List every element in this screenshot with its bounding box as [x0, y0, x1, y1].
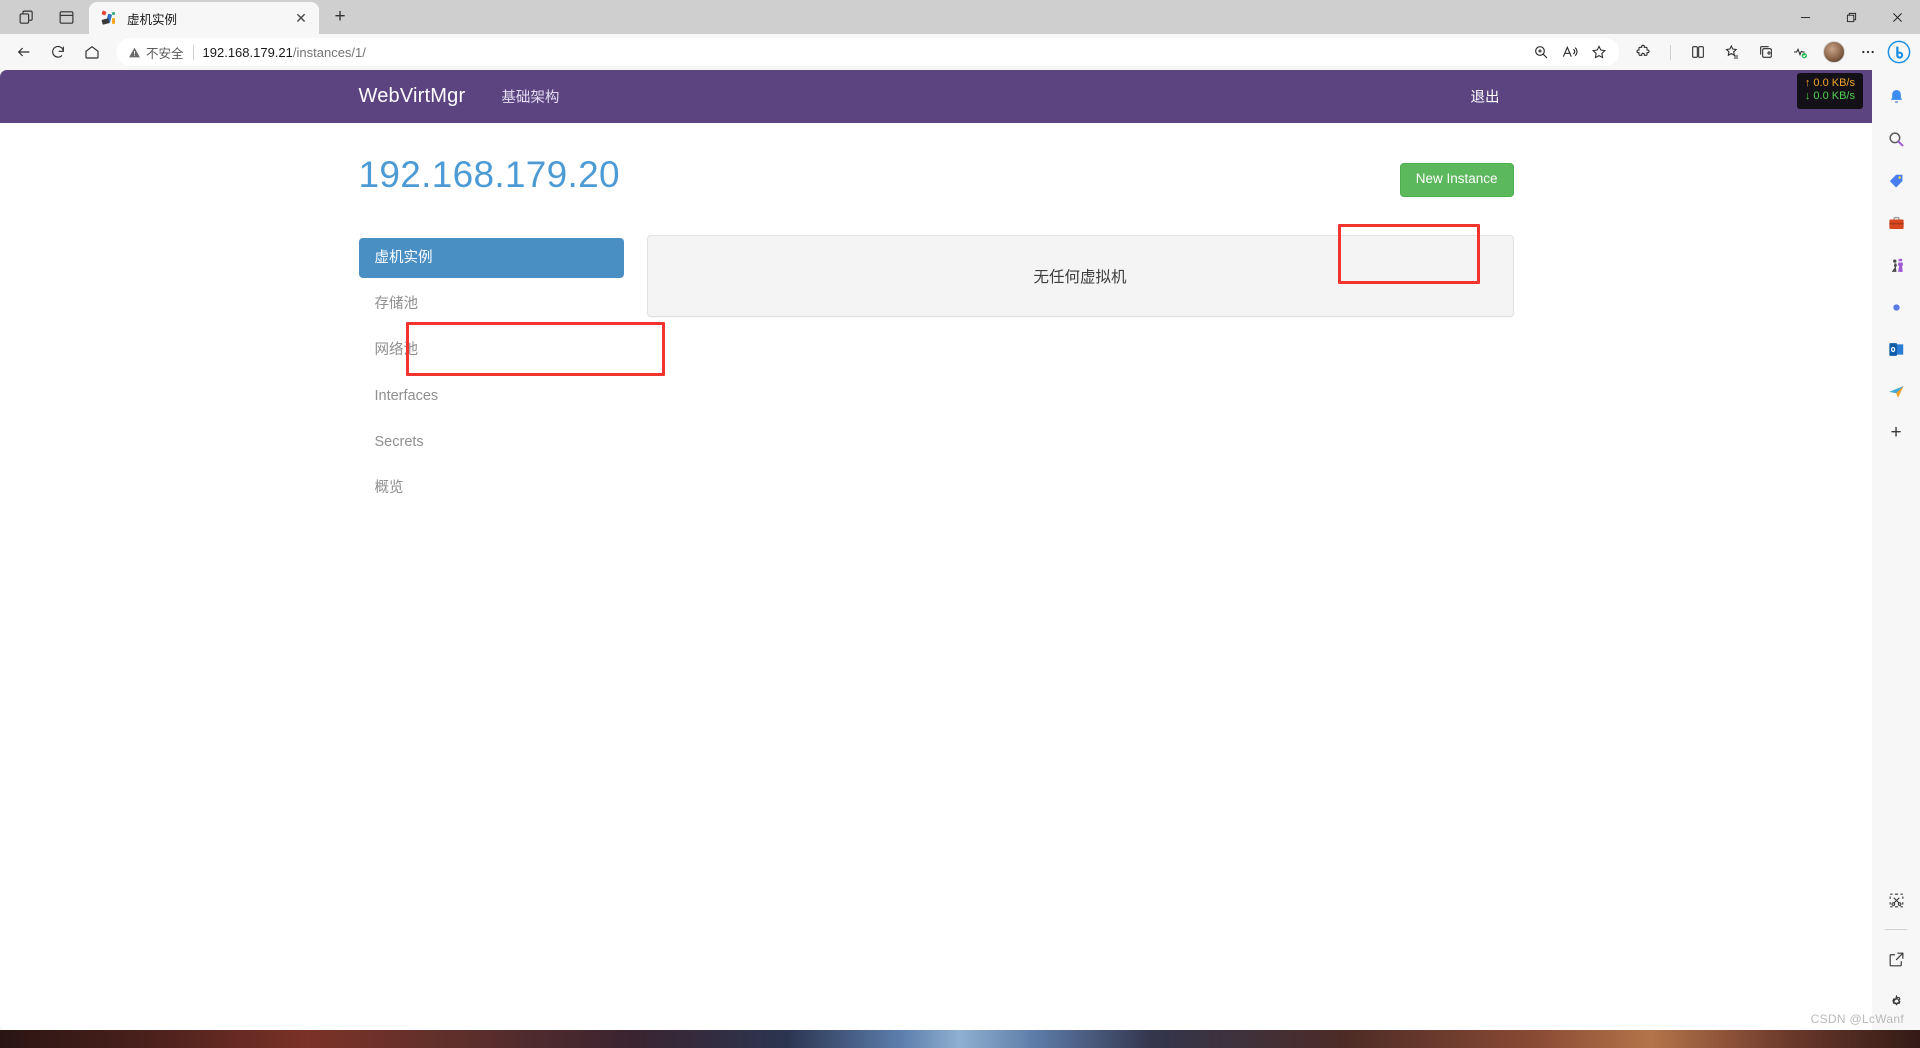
shopping-tag-icon[interactable]	[1881, 166, 1911, 196]
omnibox-divider	[192, 44, 194, 60]
avatar[interactable]	[1823, 41, 1845, 63]
security-warning[interactable]: 不安全	[128, 43, 184, 62]
add-sidebar-app-button[interactable]: +	[1881, 418, 1911, 448]
add-tab-icon[interactable]	[1750, 37, 1782, 67]
page-title: 192.168.179.20	[358, 154, 620, 195]
webvirtmgr-favicon	[101, 9, 118, 27]
tab-actions-icon[interactable]	[46, 0, 86, 34]
collections-icon[interactable]	[1716, 37, 1748, 67]
ellipsis-icon[interactable]	[1852, 37, 1884, 67]
browser-viewport: WebVirtMgr 基础架构 退出 ↑ 0.0 KB/s ↓ 0.0 KB/s	[0, 70, 1920, 1030]
sidebar-item-storage-pools[interactable]: 存储池	[359, 284, 624, 324]
tools-briefcase-icon[interactable]	[1881, 208, 1911, 238]
page-header: 192.168.179.20 New Instance	[359, 123, 1514, 197]
warning-triangle-icon	[128, 46, 141, 59]
new-instance-button[interactable]: New Instance	[1399, 163, 1514, 197]
star-icon[interactable]	[1585, 40, 1613, 64]
zoom-in-icon[interactable]	[1527, 40, 1555, 64]
sidebar-item-interfaces[interactable]: Interfaces	[359, 376, 624, 416]
content-column: 无任何虚拟机	[624, 234, 1514, 515]
header-actions: New Instance	[1399, 154, 1514, 197]
refresh-icon[interactable]	[42, 37, 74, 67]
nav-link-infrastructure[interactable]: 基础架构	[487, 86, 573, 107]
browser-essentials-icon[interactable]	[1784, 37, 1816, 67]
outlook-icon[interactable]	[1881, 334, 1911, 364]
empty-state-panel: 无任何虚拟机	[646, 234, 1514, 317]
window-controls	[1782, 0, 1920, 34]
page-body: 虚机实例 存储池 网络池 Interfaces Secrets 概览 无任何虚拟…	[358, 197, 1514, 515]
url-path: /instances/1/	[292, 44, 366, 60]
logout-link[interactable]: 退出	[1457, 90, 1514, 106]
tab-search-icon[interactable]	[6, 0, 46, 34]
app-navbar: WebVirtMgr 基础架构 退出 ↑ 0.0 KB/s ↓ 0.0 KB/s	[0, 70, 1872, 123]
restore-icon[interactable]	[1828, 0, 1874, 34]
tab-strip: 虚机实例 ✕ +	[0, 0, 1920, 34]
desktop-wallpaper-strip	[0, 1030, 1920, 1048]
toolbar-divider	[1670, 44, 1671, 60]
network-speed-monitor: ↑ 0.0 KB/s ↓ 0.0 KB/s	[1796, 73, 1863, 109]
tab-title: 虚机实例	[127, 12, 178, 27]
close-icon[interactable]: ✕	[291, 8, 311, 28]
sidebar-item-secrets[interactable]: Secrets	[359, 422, 624, 462]
copilot-bing-icon[interactable]	[1886, 39, 1912, 65]
network-download-speed: ↓ 0.0 KB/s	[1804, 90, 1855, 103]
open-in-new-window-icon[interactable]	[1881, 944, 1911, 974]
page-container: 192.168.179.20 New Instance 虚机实例 存储池 网络池…	[358, 123, 1514, 515]
web-page: WebVirtMgr 基础架构 退出 ↑ 0.0 KB/s ↓ 0.0 KB/s	[0, 70, 1872, 1030]
new-tab-button[interactable]: +	[325, 2, 355, 32]
notifications-bell-icon[interactable]	[1881, 82, 1911, 112]
minimize-icon[interactable]	[1782, 0, 1828, 34]
network-upload-speed: ↑ 0.0 KB/s	[1804, 77, 1855, 89]
url-text: 192.168.179.21/instances/1/	[203, 45, 366, 60]
microsoft365-icon[interactable]	[1881, 292, 1911, 322]
sidebar-item-instances[interactable]: 虚机实例	[358, 237, 624, 278]
read-aloud-icon[interactable]	[1556, 40, 1584, 64]
watermark: CSDN @LcWanf	[1810, 1012, 1904, 1026]
screenshot-snip-icon[interactable]	[1881, 885, 1911, 915]
sidebar-item-overview[interactable]: 概览	[359, 468, 624, 508]
browser-tab[interactable]: 虚机实例 ✕	[89, 2, 319, 34]
send-plane-icon[interactable]	[1881, 376, 1911, 406]
screen-root: 虚机实例 ✕ + 不安全 192.168.179.21/instances/1/…	[0, 0, 1920, 1048]
browser-side-panel: +	[1872, 70, 1920, 1030]
split-screen-icon[interactable]	[1682, 37, 1714, 67]
sidebar-nav: 虚机实例 存储池 网络池 Interfaces Secrets 概览	[358, 235, 624, 515]
sidebar-item-network-pools[interactable]: 网络池	[359, 330, 624, 370]
close-icon[interactable]	[1874, 0, 1920, 34]
search-icon[interactable]	[1881, 124, 1911, 154]
back-arrow-icon[interactable]	[8, 37, 40, 67]
omnibox-actions	[1527, 40, 1613, 64]
browser-window: 虚机实例 ✕ + 不安全 192.168.179.21/instances/1/…	[0, 0, 1920, 1030]
address-bar[interactable]: 不安全 192.168.179.21/instances/1/	[116, 38, 1619, 66]
navbar-right: 退出	[1457, 86, 1514, 107]
games-icon[interactable]	[1881, 250, 1911, 280]
browser-toolbar: 不安全 192.168.179.21/instances/1/	[0, 34, 1920, 70]
url-host: 192.168.179.21	[202, 44, 293, 60]
security-warning-label: 不安全	[146, 46, 184, 61]
extensions-puzzle-icon[interactable]	[1627, 37, 1659, 67]
sidebar-divider	[1885, 929, 1907, 930]
empty-state-message: 无任何虚拟机	[1033, 268, 1127, 286]
home-icon[interactable]	[76, 37, 108, 67]
app-brand[interactable]: WebVirtMgr	[359, 85, 488, 108]
